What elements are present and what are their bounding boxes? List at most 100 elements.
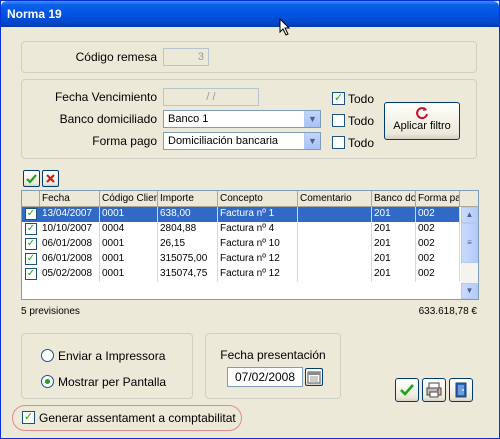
calendar-button[interactable] (305, 368, 323, 386)
column-header[interactable]: Forma pa (416, 191, 460, 207)
grid-header-check (22, 191, 40, 207)
scroll-up-icon[interactable]: ▲ (461, 207, 478, 223)
banco-select[interactable]: Banco 1 ▼ (163, 110, 321, 128)
cell-banco: 201 (372, 207, 416, 222)
cell-cliente: 0004 (100, 222, 158, 237)
print-preview-icon (426, 382, 442, 398)
table-row[interactable]: ✓ 13/04/2007 0001 638,00 Factura nº 1 20… (22, 207, 460, 222)
forma-pago-label: Forma pago (92, 134, 157, 148)
cell-importe: 315075,00 (158, 252, 218, 267)
norma19-window: Norma 19 Código remesa 3 Fecha Vencimien… (0, 0, 500, 439)
todo-checkbox-1[interactable]: ✓ (332, 92, 345, 105)
option-printer-radio[interactable] (41, 349, 54, 362)
row-checkbox[interactable]: ✓ (25, 268, 37, 280)
banco-label: Banco domiciliado (59, 112, 157, 126)
cell-fecha: 13/04/2007 (40, 207, 100, 222)
row-checkbox[interactable]: ✓ (25, 238, 37, 250)
calendar-icon (307, 371, 321, 384)
row-checkbox[interactable]: ✓ (25, 253, 37, 265)
cell-banco: 201 (372, 267, 416, 282)
grid-header: Fecha Código Client Importe Concepto Com… (22, 191, 478, 207)
todo-label-2: Todo (348, 114, 375, 128)
previsiones-count: 5 previsiones (21, 306, 80, 317)
forma-pago-select[interactable]: Domiciliación bancaria ▼ (163, 132, 321, 150)
fecha-vencimiento-label: Fecha Vencimiento (54, 90, 157, 104)
column-header[interactable]: Banco do (372, 191, 416, 207)
option-screen-radio[interactable] (41, 375, 54, 388)
cell-importe: 315074,75 (158, 267, 218, 282)
cell-forma-pago: 002 (416, 252, 460, 267)
forma-pago-value: Domiciliación bancaria (168, 135, 279, 147)
cell-comentario (298, 252, 372, 267)
fecha-vencimiento-value: / / (206, 91, 216, 103)
cell-forma-pago: 002 (416, 207, 460, 222)
cell-concepto: Factura nº 4 (218, 222, 298, 237)
exit-door-icon (455, 382, 467, 398)
fecha-vencimiento-field[interactable]: / / (163, 88, 259, 106)
check-all-button[interactable] (23, 170, 40, 187)
cell-forma-pago: 002 (416, 237, 460, 252)
presentacion-group (205, 333, 341, 399)
remesa-value: 3 (197, 51, 204, 63)
chevron-down-icon[interactable]: ▼ (304, 133, 320, 149)
output-options-group (21, 333, 193, 399)
option-printer-label[interactable]: Enviar a Impressora (58, 349, 165, 363)
todo-label-3: Todo (348, 136, 375, 150)
grid-vertical-scrollbar[interactable]: ▲ ≡ ▼ (461, 207, 478, 299)
table-row[interactable]: ✓ 06/01/2008 0001 315075,00 Factura nº 1… (22, 252, 460, 267)
generar-label[interactable]: Generar assentament a comptabilitat (39, 411, 236, 425)
scroll-thumb[interactable]: ≡ (461, 223, 478, 263)
cell-banco: 201 (372, 237, 416, 252)
uncheck-all-button[interactable] (42, 170, 59, 187)
todo-label-1: Todo (348, 92, 375, 106)
cell-concepto: Factura nº 10 (218, 237, 298, 252)
cell-cliente: 0001 (100, 267, 158, 282)
cell-fecha: 10/10/2007 (40, 222, 100, 237)
table-row[interactable]: ✓ 06/01/2008 0001 26,15 Factura nº 10 20… (22, 237, 460, 252)
todo-checkbox-3[interactable] (332, 136, 345, 149)
presentacion-value: 07/02/2008 (234, 370, 296, 384)
table-row[interactable]: ✓ 05/02/2008 0001 315074,75 Factura nº 1… (22, 267, 460, 282)
column-header[interactable]: Código Client (100, 191, 158, 207)
accept-button[interactable] (395, 378, 419, 402)
cell-cliente: 0001 (100, 237, 158, 252)
todo-checkbox-2[interactable] (332, 114, 345, 127)
cell-comentario (298, 222, 372, 237)
print-preview-button[interactable] (422, 378, 446, 402)
presentacion-label: Fecha presentación (220, 348, 326, 362)
cell-importe: 2804,88 (158, 222, 218, 237)
cell-fecha: 05/02/2008 (40, 267, 100, 282)
apply-filter-label: Aplicar filtro (393, 120, 451, 132)
cell-fecha: 06/01/2008 (40, 252, 100, 267)
option-screen-label[interactable]: Mostrar per Pantalla (58, 375, 166, 389)
banco-value: Banco 1 (168, 113, 209, 125)
presentacion-date-field[interactable]: 07/02/2008 (227, 367, 303, 387)
generar-checkbox[interactable]: ✓ (22, 411, 35, 424)
table-row[interactable]: ✓ 10/10/2007 0004 2804,88 Factura nº 4 2… (22, 222, 460, 237)
close-icon (46, 174, 55, 183)
refresh-icon (416, 107, 428, 120)
column-header[interactable]: Comentario (298, 191, 372, 207)
remesa-field: 3 (163, 48, 209, 66)
window-title: Norma 19 (7, 7, 62, 21)
column-header[interactable]: Importe (158, 191, 218, 207)
column-header[interactable]: Concepto (218, 191, 298, 207)
row-checkbox[interactable]: ✓ (25, 223, 37, 235)
mouse-cursor-icon (279, 18, 291, 36)
scroll-down-icon[interactable]: ▼ (461, 283, 478, 299)
cell-forma-pago: 002 (416, 222, 460, 237)
exit-button[interactable] (449, 378, 473, 402)
row-checkbox[interactable]: ✓ (25, 208, 37, 220)
cell-comentario (298, 267, 372, 282)
chevron-down-icon[interactable]: ▼ (304, 111, 320, 127)
column-header[interactable]: Fecha (40, 191, 100, 207)
cell-comentario (298, 237, 372, 252)
remesa-label: Código remesa (75, 50, 157, 64)
title-bar[interactable]: Norma 19 (1, 1, 499, 27)
cell-importe: 638,00 (158, 207, 218, 222)
previsiones-grid[interactable]: Fecha Código Client Importe Concepto Com… (21, 190, 479, 300)
cell-banco: 201 (372, 252, 416, 267)
apply-filter-button[interactable]: Aplicar filtro (384, 102, 460, 140)
cell-fecha: 06/01/2008 (40, 237, 100, 252)
cell-importe: 26,15 (158, 237, 218, 252)
